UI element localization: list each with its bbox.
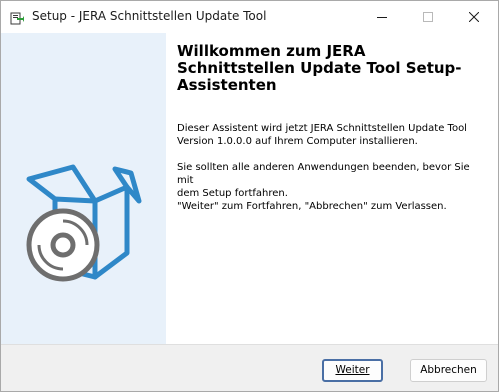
next-button-label: Weiter — [335, 364, 370, 376]
minimize-icon — [377, 17, 387, 18]
instructions-text: "Weiter" zum Fortfahren, "Abbrechen" zum… — [177, 201, 447, 212]
maximize-button[interactable] — [405, 1, 451, 33]
intro-text: Dieser Assistent wird jetzt JERA Schnitt… — [177, 123, 467, 147]
setup-app-icon — [10, 10, 25, 25]
title-bar[interactable]: Setup - JERA Schnittstellen Update Tool — [1, 1, 498, 33]
wizard-sidebar — [1, 33, 166, 344]
footer-divider — [1, 344, 498, 345]
cancel-button-label: Abbrechen — [420, 364, 477, 376]
close-icon — [469, 12, 479, 22]
button-bar: Weiter Abbrechen — [1, 344, 498, 391]
cancel-button[interactable]: Abbrechen — [410, 359, 487, 382]
maximize-icon — [423, 12, 433, 22]
close-apps-text: Sie sollten alle anderen Anwendungen bee… — [177, 162, 470, 199]
setup-window: Setup - JERA Schnittstellen Update Tool — [0, 0, 499, 392]
close-button[interactable] — [451, 1, 497, 33]
next-button[interactable]: Weiter — [322, 359, 383, 382]
window-title: Setup - JERA Schnittstellen Update Tool — [32, 9, 267, 23]
welcome-heading: Willkommen zum JERA Schnittstellen Updat… — [177, 42, 462, 94]
minimize-button[interactable] — [359, 1, 405, 33]
software-box-with-disc-icon — [26, 164, 142, 282]
